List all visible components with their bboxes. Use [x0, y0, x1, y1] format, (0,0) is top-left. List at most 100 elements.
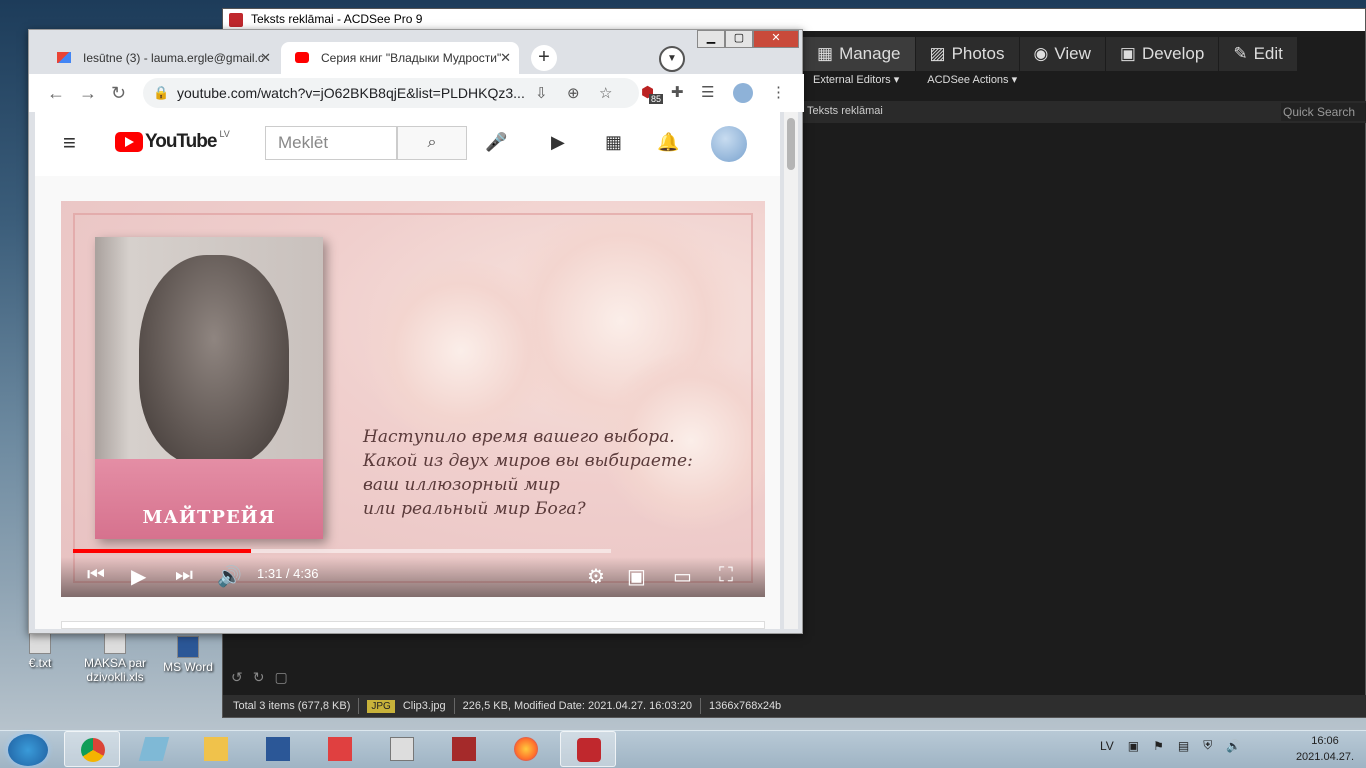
- minimize-button[interactable]: ▁: [697, 30, 725, 48]
- profile-avatar[interactable]: [733, 83, 753, 103]
- acdsee-titlebar[interactable]: Teksts reklāmai - ACDSee Pro 9: [223, 9, 1365, 31]
- tab-search-button[interactable]: ▼: [659, 46, 685, 72]
- status-bar: Total 3 items (677,8 KB) JPG Clip3.jpg 2…: [223, 695, 1366, 717]
- install-icon[interactable]: ⇩: [535, 84, 548, 102]
- fullscreen-icon[interactable]: ⛶: [719, 564, 733, 587]
- previous-icon[interactable]: ⏮: [87, 564, 105, 587]
- mode-label: Develop: [1141, 44, 1205, 63]
- reload-icon[interactable]: ↻: [111, 83, 126, 104]
- scrollbar-thumb[interactable]: [787, 118, 795, 170]
- rotate-left-icon[interactable]: ↺: [231, 669, 243, 689]
- bookmark-star-icon[interactable]: ☆: [599, 84, 612, 102]
- create-video-icon[interactable]: ▶: [551, 132, 565, 153]
- acdsee-mode-tabs: ▦ Manage ▨ Photos ◉ View ▣ Develop ✎ Edit: [803, 37, 1298, 71]
- new-tab-button[interactable]: +: [531, 45, 557, 71]
- window-close-button[interactable]: ✕: [753, 30, 799, 48]
- taskbar-calculator[interactable]: [374, 731, 430, 767]
- hamburger-menu-icon[interactable]: ≡: [63, 130, 76, 156]
- mode-view[interactable]: ◉ View: [1019, 37, 1106, 71]
- notifications-bell-icon[interactable]: 🔔: [657, 132, 679, 153]
- address-bar[interactable]: 🔒 youtube.com/watch?v=jO62BKB8qjE&list=P…: [143, 78, 639, 108]
- close-icon[interactable]: ✕: [260, 50, 271, 66]
- zoom-icon[interactable]: ⊕: [567, 84, 580, 102]
- youtube-play-logo-icon: [115, 132, 143, 152]
- settings-gear-icon[interactable]: ⚙: [587, 564, 605, 589]
- menu-acdsee-actions[interactable]: ACDSee Actions ▾: [927, 73, 1017, 86]
- taskbar-acdsee[interactable]: [560, 731, 616, 767]
- desktop-icon-txt[interactable]: €.txt: [20, 632, 60, 670]
- progress-bar[interactable]: [73, 549, 611, 553]
- forward-icon[interactable]: →: [79, 83, 97, 104]
- progress-fill: [73, 549, 251, 553]
- chrome-window: Iesūtne (3) - lauma.ergle@gmail.c ✕ Сери…: [28, 29, 804, 634]
- word-icon: [266, 737, 290, 761]
- acdsee-title: Teksts reklāmai - ACDSee Pro 9: [251, 12, 423, 26]
- url-text: youtube.com/watch?v=jO62BKB8qjE&list=PLD…: [177, 85, 525, 101]
- volume-icon[interactable]: 🔊: [217, 564, 242, 589]
- next-icon[interactable]: ⏭: [175, 564, 193, 587]
- desktop-icon-label: MS Word: [163, 660, 213, 674]
- video-quote: Наступило время вашего выбора. Какой из …: [363, 425, 693, 521]
- quick-search-input[interactable]: Quick Search: [1281, 103, 1366, 121]
- statue-image: [139, 255, 289, 465]
- desktop-icon-word[interactable]: MS Word: [160, 636, 216, 674]
- mode-manage[interactable]: ▦ Manage: [803, 37, 916, 71]
- scrollbar[interactable]: [784, 112, 798, 629]
- mode-edit[interactable]: ✎ Edit: [1219, 37, 1298, 71]
- word-icon: [177, 636, 199, 658]
- tab-title: Серия книг "Владыки Мудрости": [321, 51, 502, 65]
- mode-develop[interactable]: ▣ Develop: [1105, 37, 1220, 71]
- network-icon[interactable]: ▣: [1128, 739, 1139, 753]
- quote-line: или реальный мир Бога?: [363, 499, 586, 519]
- youtube-icon: [295, 52, 309, 63]
- youtube-header: ≡ YouTube LV Meklēt ⌕ 🎤 ▶ ▦ 🔔: [35, 112, 780, 176]
- play-icon[interactable]: ▶: [131, 564, 146, 589]
- taskbar-word[interactable]: [250, 731, 306, 767]
- close-icon[interactable]: ✕: [500, 50, 511, 66]
- youtube-logo[interactable]: YouTube LV: [115, 129, 230, 153]
- app-icon: [452, 737, 476, 761]
- taskbar-app[interactable]: [126, 731, 182, 767]
- tab-youtube[interactable]: Серия книг "Владыки Мудрости" ✕: [281, 42, 519, 74]
- extensions-puzzle-icon[interactable]: ✚: [671, 83, 684, 101]
- mode-photos[interactable]: ▨ Photos: [915, 37, 1020, 71]
- app-icon: [328, 737, 352, 761]
- tab-gmail[interactable]: Iesūtne (3) - lauma.ergle@gmail.c ✕: [43, 42, 279, 74]
- taskbar-firefox[interactable]: [498, 731, 554, 767]
- taskbar-app[interactable]: [436, 731, 492, 767]
- search-button[interactable]: ⌕: [397, 126, 467, 160]
- tab-title: Iesūtne (3) - lauma.ergle@gmail.c: [83, 51, 264, 65]
- country-code: LV: [219, 129, 230, 139]
- taskbar-explorer[interactable]: [188, 731, 244, 767]
- menu-external-editors[interactable]: External Editors ▾: [813, 73, 899, 86]
- flag-icon[interactable]: ⚑: [1153, 739, 1164, 753]
- search-input[interactable]: Meklēt: [265, 126, 397, 160]
- shield-icon[interactable]: ⛨: [1203, 738, 1212, 753]
- language-indicator[interactable]: LV: [1100, 739, 1114, 753]
- menu-dots-icon[interactable]: ⋮: [771, 83, 786, 101]
- device-icon[interactable]: ▤: [1178, 739, 1189, 753]
- clock[interactable]: 16:06 2021.04.27.: [1290, 733, 1360, 765]
- desktop-icon-label: MAKSA par dzivokli.xls: [83, 656, 147, 684]
- system-tray: LV ▣ ⚑ ▤ ⛨ 🔊: [1100, 738, 1241, 753]
- theater-mode-icon[interactable]: ▭: [673, 564, 692, 589]
- rotate-right-icon[interactable]: ↻: [253, 669, 265, 689]
- video-player[interactable]: МАЙТРЕЙЯ Наступило время вашего выбора. …: [61, 201, 765, 597]
- divider: [358, 698, 360, 714]
- apps-grid-icon[interactable]: ▦: [605, 132, 622, 153]
- trash-icon[interactable]: ▢: [274, 669, 287, 689]
- miniplayer-icon[interactable]: ▣: [627, 564, 646, 589]
- develop-icon: ▣: [1119, 44, 1136, 63]
- taskbar-app[interactable]: [312, 731, 368, 767]
- back-icon[interactable]: ←: [47, 83, 65, 104]
- user-avatar[interactable]: [711, 126, 747, 162]
- volume-icon[interactable]: 🔊: [1226, 739, 1241, 753]
- desktop-icon-xls[interactable]: MAKSA par dzivokli.xls: [80, 632, 150, 684]
- folder-icon: [204, 737, 228, 761]
- quote-line: ваш иллюзорный мир: [363, 475, 560, 495]
- media-queue-icon[interactable]: ☰: [701, 83, 714, 101]
- taskbar-chrome[interactable]: [64, 731, 120, 767]
- microphone-icon[interactable]: 🎤: [485, 132, 507, 153]
- maximize-button[interactable]: ▢: [725, 30, 753, 48]
- start-button[interactable]: [8, 734, 48, 766]
